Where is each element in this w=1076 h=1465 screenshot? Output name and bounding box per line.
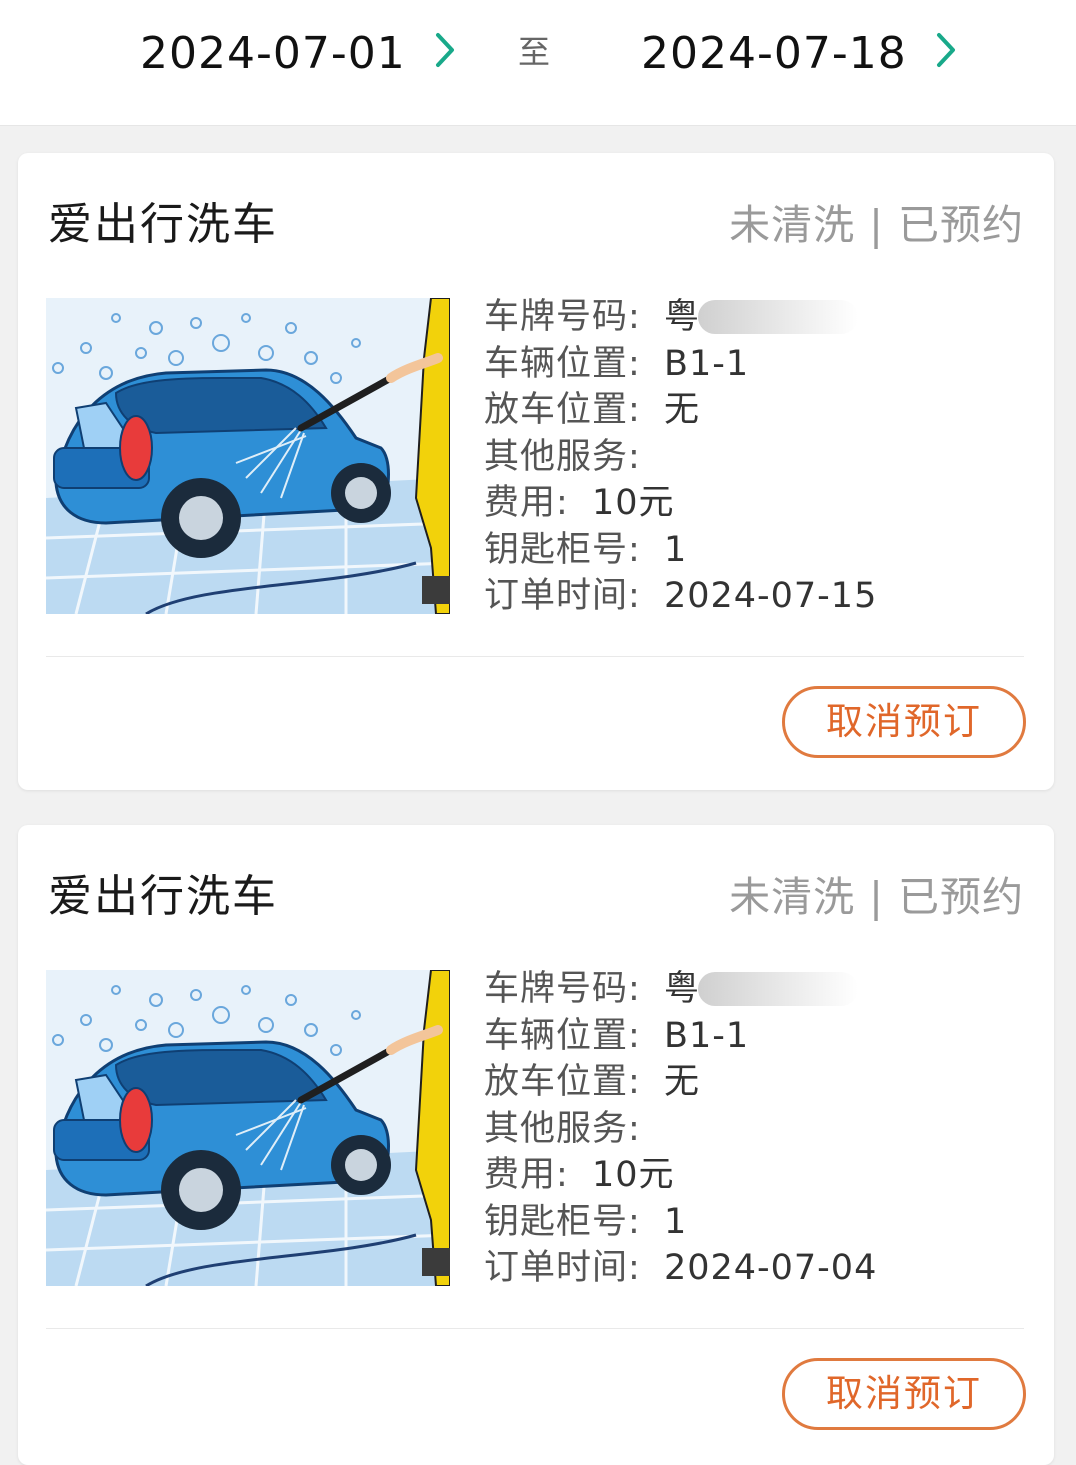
date-range-header: 2024-07-01 至 2024-07-18 <box>0 0 1076 126</box>
start-date-text: 2024-07-01 <box>140 28 406 79</box>
plate-text: 粤 <box>663 969 700 1009</box>
vehicle-location-value: B1-1 <box>663 343 750 384</box>
order-time-value: 2024-07-15 <box>663 576 878 616</box>
plate-label: 车牌号码: <box>484 297 641 337</box>
order-card: 爱出行洗车 未清洗 | 已预约 车牌号码: 粤 车辆位置: B1-1 放车位置:… <box>18 825 1054 1465</box>
shop-name: 爱出行洗车 <box>48 871 278 922</box>
vehicle-location-label: 车辆位置: <box>484 1015 641 1056</box>
key-locker-row: 钥匙柜号: 1 <box>484 527 1044 574</box>
drop-location-value: 无 <box>663 390 700 430</box>
plate-value: 粤 <box>663 294 858 341</box>
drop-location-label: 放车位置: <box>484 1062 641 1102</box>
shop-name: 爱出行洗车 <box>48 199 278 250</box>
fee-label: 费用: <box>484 483 569 523</box>
other-services-label: 其他服务: <box>484 436 641 477</box>
card-divider <box>46 1328 1024 1329</box>
end-date-picker[interactable]: 2024-07-18 <box>641 22 956 82</box>
card-divider <box>46 656 1024 657</box>
other-services-row: 其他服务: <box>484 434 1044 481</box>
order-details: 车牌号码: 粤 车辆位置: B1-1 放车位置: 无 其他服务: 费用: 10元… <box>484 966 1044 1292</box>
drop-location-label: 放车位置: <box>484 390 641 430</box>
drop-location-row: 放车位置: 无 <box>484 387 1044 434</box>
key-locker-label: 钥匙柜号: <box>484 1201 641 1242</box>
redaction-blur <box>697 972 858 1006</box>
key-locker-row: 钥匙柜号: 1 <box>484 1199 1044 1246</box>
plate-row: 车牌号码: 粤 <box>484 966 1044 1013</box>
key-locker-label: 钥匙柜号: <box>484 529 641 570</box>
other-services-label: 其他服务: <box>484 1108 641 1149</box>
date-separator: 至 <box>518 33 551 71</box>
order-time-label: 订单时间: <box>484 1248 641 1288</box>
order-status: 未清洗 | 已预约 <box>729 201 1024 249</box>
fee-value: 10元 <box>591 1155 675 1195</box>
order-details: 车牌号码: 粤 车辆位置: B1-1 放车位置: 无 其他服务: 费用: 10元… <box>484 294 1044 620</box>
fee-label: 费用: <box>484 1155 569 1195</box>
order-time-row: 订单时间: 2024-07-04 <box>484 1245 1044 1292</box>
redaction-blur <box>697 300 858 334</box>
order-card: 爱出行洗车 未清洗 | 已预约 车牌号码: 粤 车辆位置: B1-1 放车位置:… <box>18 153 1054 790</box>
other-services-row: 其他服务: <box>484 1106 1044 1153</box>
fee-value: 10元 <box>591 483 675 523</box>
drop-location-value: 无 <box>663 1062 700 1102</box>
order-status: 未清洗 | 已预约 <box>729 873 1024 921</box>
chevron-right-icon <box>435 24 455 84</box>
car-wash-thumbnail <box>46 298 450 614</box>
key-locker-value: 1 <box>663 1201 688 1242</box>
chevron-right-icon <box>936 24 956 84</box>
order-time-value: 2024-07-04 <box>663 1248 878 1288</box>
drop-location-row: 放车位置: 无 <box>484 1059 1044 1106</box>
order-time-label: 订单时间: <box>484 576 641 616</box>
plate-value: 粤 <box>663 966 858 1013</box>
plate-label: 车牌号码: <box>484 969 641 1009</box>
vehicle-location-row: 车辆位置: B1-1 <box>484 341 1044 388</box>
vehicle-location-value: B1-1 <box>663 1015 750 1056</box>
plate-text: 粤 <box>663 297 700 337</box>
key-locker-value: 1 <box>663 529 688 570</box>
fee-row: 费用: 10元 <box>484 480 1044 527</box>
plate-row: 车牌号码: 粤 <box>484 294 1044 341</box>
fee-row: 费用: 10元 <box>484 1152 1044 1199</box>
cancel-booking-button[interactable]: 取消预订 <box>782 1358 1026 1430</box>
vehicle-location-row: 车辆位置: B1-1 <box>484 1013 1044 1060</box>
car-wash-thumbnail <box>46 970 450 1286</box>
order-time-row: 订单时间: 2024-07-15 <box>484 573 1044 620</box>
vehicle-location-label: 车辆位置: <box>484 343 641 384</box>
start-date-picker[interactable]: 2024-07-01 <box>140 22 455 82</box>
end-date-text: 2024-07-18 <box>641 28 907 79</box>
cancel-booking-button[interactable]: 取消预订 <box>782 686 1026 758</box>
